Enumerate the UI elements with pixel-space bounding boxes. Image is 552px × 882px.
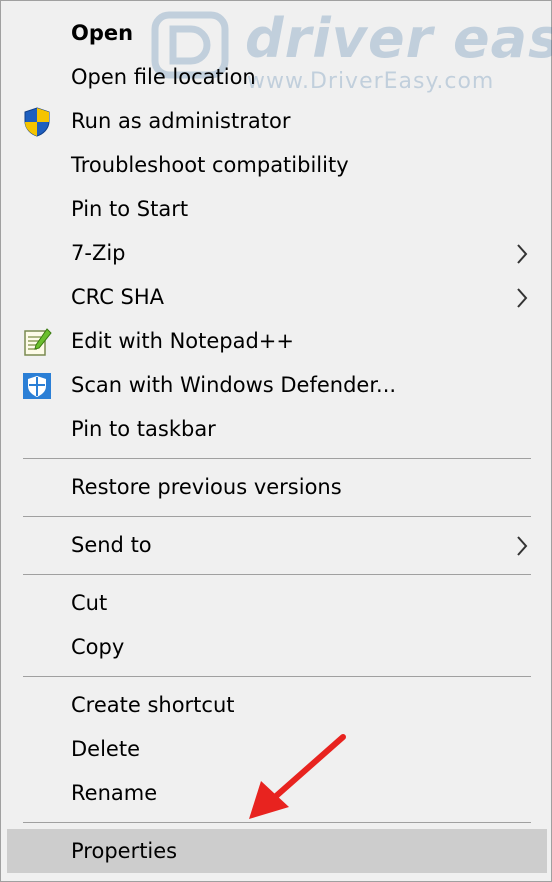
menu-item-pin-to-start[interactable]: Pin to Start [13,187,547,231]
menu-item-label: 7-Zip [71,241,126,265]
chevron-right-icon [517,536,528,556]
menu-item-label: Rename [71,781,158,805]
menu-item-label: Scan with Windows Defender... [71,373,397,397]
menu-item-label: Open file location [71,65,256,89]
chevron-right-icon [517,244,528,264]
notepad-plus-plus-icon [24,328,52,356]
menu-separator [23,574,531,575]
menu-item-copy[interactable]: Copy [13,625,547,669]
menu-item-label: Troubleshoot compatibility [71,153,349,177]
menu-separator [23,516,531,517]
menu-item-label: Pin to Start [71,197,189,221]
menu-item-label: Pin to taskbar [71,417,216,441]
menu-item-edit-with-notepad[interactable]: Edit with Notepad++ [13,319,547,363]
chevron-right-icon [517,288,528,308]
menu-item-label: CRC SHA [71,285,165,309]
menu-separator [23,458,531,459]
context-menu: driver easy www.DriverEasy.com Open Open… [0,0,552,882]
uac-shield-icon [24,107,50,137]
menu-item-crc-sha[interactable]: CRC SHA [13,275,547,319]
menu-item-open[interactable]: Open [13,11,547,55]
menu-item-label: Edit with Notepad++ [71,329,295,353]
menu-item-run-as-administrator[interactable]: Run as administrator [13,99,547,143]
menu-item-properties[interactable]: Properties [7,829,547,873]
menu-item-label: Create shortcut [71,693,235,717]
menu-item-label: Copy [71,635,125,659]
windows-defender-icon [23,373,51,399]
menu-item-label: Restore previous versions [71,475,342,499]
menu-item-label: Properties [71,839,178,863]
annotation-arrow-icon [249,734,346,819]
menu-item-label: Cut [71,591,108,615]
menu-item-restore-previous-versions[interactable]: Restore previous versions [13,465,547,509]
menu-item-label: Run as administrator [71,109,291,133]
menu-item-cut[interactable]: Cut [13,581,547,625]
menu-item-send-to[interactable]: Send to [13,523,547,567]
menu-item-label: Open [71,21,134,45]
menu-separator [23,676,531,677]
menu-item-label: Delete [71,737,140,761]
menu-item-troubleshoot-compatibility[interactable]: Troubleshoot compatibility [13,143,547,187]
menu-item-pin-to-taskbar[interactable]: Pin to taskbar [13,407,547,451]
menu-item-create-shortcut[interactable]: Create shortcut [13,683,547,727]
menu-item-open-file-location[interactable]: Open file location [13,55,547,99]
menu-item-7-zip[interactable]: 7-Zip [13,231,547,275]
menu-item-scan-with-windows-defender[interactable]: Scan with Windows Defender... [13,363,547,407]
menu-item-label: Send to [71,533,152,557]
